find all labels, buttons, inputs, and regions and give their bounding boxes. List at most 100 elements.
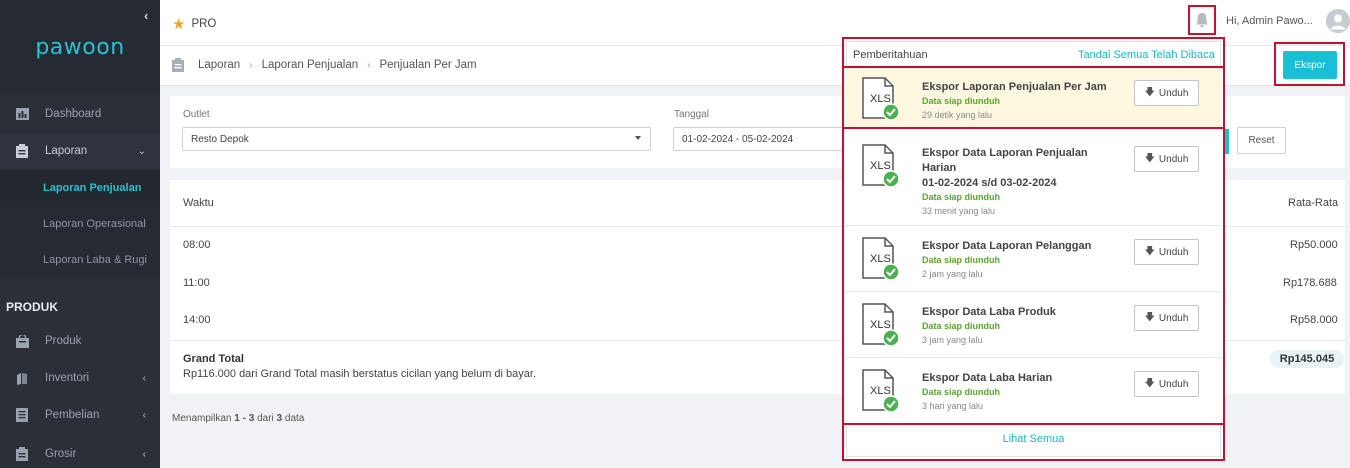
notification-status: Data siap diunduh bbox=[922, 192, 1001, 202]
date-label: Tanggal bbox=[674, 109, 710, 120]
chevron-left-icon[interactable]: ‹ bbox=[144, 8, 156, 23]
column-header-rata-rata[interactable]: Rata-Rata bbox=[1288, 197, 1338, 209]
caret-down-icon bbox=[635, 136, 641, 140]
notification-time: 29 detik yang lalu bbox=[922, 110, 993, 120]
outlet-select[interactable]: Resto Depok bbox=[182, 127, 651, 151]
download-label: Unduh bbox=[1158, 312, 1189, 324]
download-button[interactable]: 🡇 Unduh bbox=[1134, 305, 1199, 331]
xls-file-icon: XLS bbox=[862, 303, 900, 347]
sidebar-item-label: Inventori bbox=[45, 372, 90, 384]
notification-item[interactable]: XLS Ekspor Laporan Penjualan Per Jam Dat… bbox=[846, 69, 1221, 128]
paging-from: 1 bbox=[234, 413, 240, 424]
notification-item[interactable]: XLS Ekspor Data Laba Harian Data siap di… bbox=[846, 359, 1221, 424]
table-row-time: 11:00 bbox=[183, 277, 210, 289]
notification-item[interactable]: XLS Ekspor Data Laporan Penjualan Harian… bbox=[846, 129, 1221, 226]
xls-file-icon: XLS bbox=[862, 77, 900, 121]
breadcrumb-item-laporan-penjualan[interactable]: Laporan Penjualan bbox=[262, 59, 359, 71]
download-icon: 🡇 bbox=[1144, 377, 1155, 389]
chevron-left-icon: ‹ bbox=[142, 372, 146, 384]
sidebar-item-label: Dashboard bbox=[45, 108, 102, 120]
notification-name: Ekspor Data Laba Harian bbox=[922, 372, 1053, 384]
mark-all-read-link[interactable]: Tandai Semua Telah Dibaca bbox=[1078, 49, 1215, 61]
xls-label: XLS bbox=[870, 93, 891, 105]
sidebar-item-produk[interactable]: Produk bbox=[0, 323, 160, 359]
sidebar-item-pembelian[interactable]: Pembelian ‹ bbox=[0, 397, 160, 433]
date-value: 01-02-2024 - 05-02-2024 bbox=[682, 134, 794, 145]
reset-button[interactable]: Reset bbox=[1237, 127, 1286, 154]
sidebar-subitem-laporan-penjualan[interactable]: Laporan Penjualan bbox=[0, 170, 160, 206]
paging-suffix: data bbox=[284, 413, 305, 424]
user-greeting[interactable]: Hi, Admin Pawo... bbox=[1226, 15, 1313, 27]
chevron-left-icon: ‹ bbox=[142, 409, 146, 421]
grand-total-label: Grand Total bbox=[183, 353, 244, 365]
notification-status: Data siap diunduh bbox=[922, 96, 1001, 106]
xls-file-icon: XLS bbox=[862, 369, 900, 413]
document-icon bbox=[14, 408, 30, 422]
paging-of: dari bbox=[257, 413, 274, 424]
breadcrumb-item-current: Penjualan Per Jam bbox=[379, 59, 477, 71]
clipboard-icon bbox=[172, 58, 184, 72]
chevron-right-icon: › bbox=[367, 59, 371, 71]
pagination-info: Menampilkan 1 - 3 dari 3 data bbox=[172, 413, 304, 424]
notification-title: Pemberitahuan bbox=[853, 49, 928, 61]
download-icon: 🡇 bbox=[1144, 86, 1155, 98]
notification-item[interactable]: XLS Ekspor Data Laporan Pelanggan Data s… bbox=[846, 227, 1221, 292]
notification-status: Data siap diunduh bbox=[922, 321, 1001, 331]
download-button[interactable]: 🡇 Unduh bbox=[1134, 80, 1199, 106]
bell-icon bbox=[1196, 13, 1208, 28]
xls-file-icon: XLS bbox=[862, 144, 900, 188]
date-range-input[interactable]: 01-02-2024 - 05-02-2024 bbox=[673, 127, 848, 151]
breadcrumb-item-laporan[interactable]: Laporan bbox=[198, 59, 240, 71]
xls-label: XLS bbox=[870, 160, 891, 172]
download-label: Unduh bbox=[1158, 87, 1189, 99]
column-header-waktu[interactable]: Waktu bbox=[183, 197, 214, 209]
download-button[interactable]: 🡇 Unduh bbox=[1134, 371, 1199, 397]
chevron-right-icon: › bbox=[249, 59, 253, 71]
download-button[interactable]: 🡇 Unduh bbox=[1134, 239, 1199, 265]
ekspor-button[interactable]: Ekspor bbox=[1283, 51, 1337, 79]
download-label: Unduh bbox=[1158, 153, 1189, 165]
paging-prefix: Menampilkan bbox=[172, 413, 232, 424]
download-icon: 🡇 bbox=[1144, 311, 1155, 323]
sidebar-section-produk: PRODUK bbox=[6, 300, 59, 314]
notification-status: Data siap diunduh bbox=[922, 255, 1001, 265]
chart-icon bbox=[14, 107, 30, 121]
notification-name: Ekspor Data Laporan Pelanggan bbox=[922, 240, 1092, 252]
notification-time: 33 menit yang lalu bbox=[922, 206, 996, 216]
sidebar-item-label: Produk bbox=[45, 335, 82, 347]
download-label: Unduh bbox=[1158, 378, 1189, 390]
sidebar-subitem-laporan-laba-rugi[interactable]: Laporan Laba & Rugi bbox=[0, 242, 160, 278]
notification-name: Ekspor Data Laporan Penjualan Harian bbox=[922, 147, 1088, 174]
chevron-down-icon: ⌄ bbox=[137, 145, 146, 157]
sidebar-subitem-laporan-operasional[interactable]: Laporan Operasional bbox=[0, 206, 160, 242]
table-row-time: 14:00 bbox=[183, 314, 211, 326]
plan-badge: ★ PRO bbox=[172, 15, 216, 33]
notification-item[interactable]: XLS Ekspor Data Laba Produk Data siap di… bbox=[846, 293, 1221, 358]
avatar[interactable] bbox=[1326, 9, 1350, 33]
sidebar-item-label: Laporan bbox=[45, 145, 88, 157]
clipboard-icon bbox=[14, 447, 30, 461]
notification-date-range: 01-02-2024 s/d 03-02-2024 bbox=[922, 177, 1057, 189]
sidebar-item-laporan[interactable]: Laporan ⌄ bbox=[0, 133, 160, 169]
logo[interactable]: pawoon bbox=[0, 0, 160, 95]
see-all-link[interactable]: Lihat Semua bbox=[846, 424, 1221, 454]
download-button[interactable]: 🡇 Unduh bbox=[1134, 146, 1199, 172]
notification-bell-button[interactable] bbox=[1188, 5, 1216, 35]
paging-total: 3 bbox=[276, 413, 283, 424]
notification-name: Ekspor Laporan Penjualan Per Jam bbox=[922, 81, 1107, 93]
logo-text: pawoon bbox=[35, 35, 125, 60]
star-icon: ★ bbox=[172, 16, 186, 33]
plan-label: PRO bbox=[191, 18, 217, 30]
sidebar: pawoon ‹ Dashboard Laporan ⌄ Laporan Pen… bbox=[0, 0, 160, 468]
sidebar-item-inventori[interactable]: Inventori ‹ bbox=[0, 360, 160, 396]
grand-total-value: Rp145.045 bbox=[1270, 350, 1344, 368]
xls-label: XLS bbox=[870, 253, 891, 265]
sidebar-item-dashboard[interactable]: Dashboard bbox=[0, 96, 160, 132]
outlet-value: Resto Depok bbox=[191, 134, 249, 145]
table-row-time: 08:00 bbox=[183, 239, 211, 251]
paging-to: 3 bbox=[248, 413, 255, 424]
table-row-avg: Rp178.688 bbox=[1283, 277, 1337, 289]
sidebar-item-grosir[interactable]: Grosir ‹ bbox=[0, 436, 160, 468]
xls-file-icon: XLS bbox=[862, 237, 900, 281]
download-icon: 🡇 bbox=[1144, 152, 1155, 164]
